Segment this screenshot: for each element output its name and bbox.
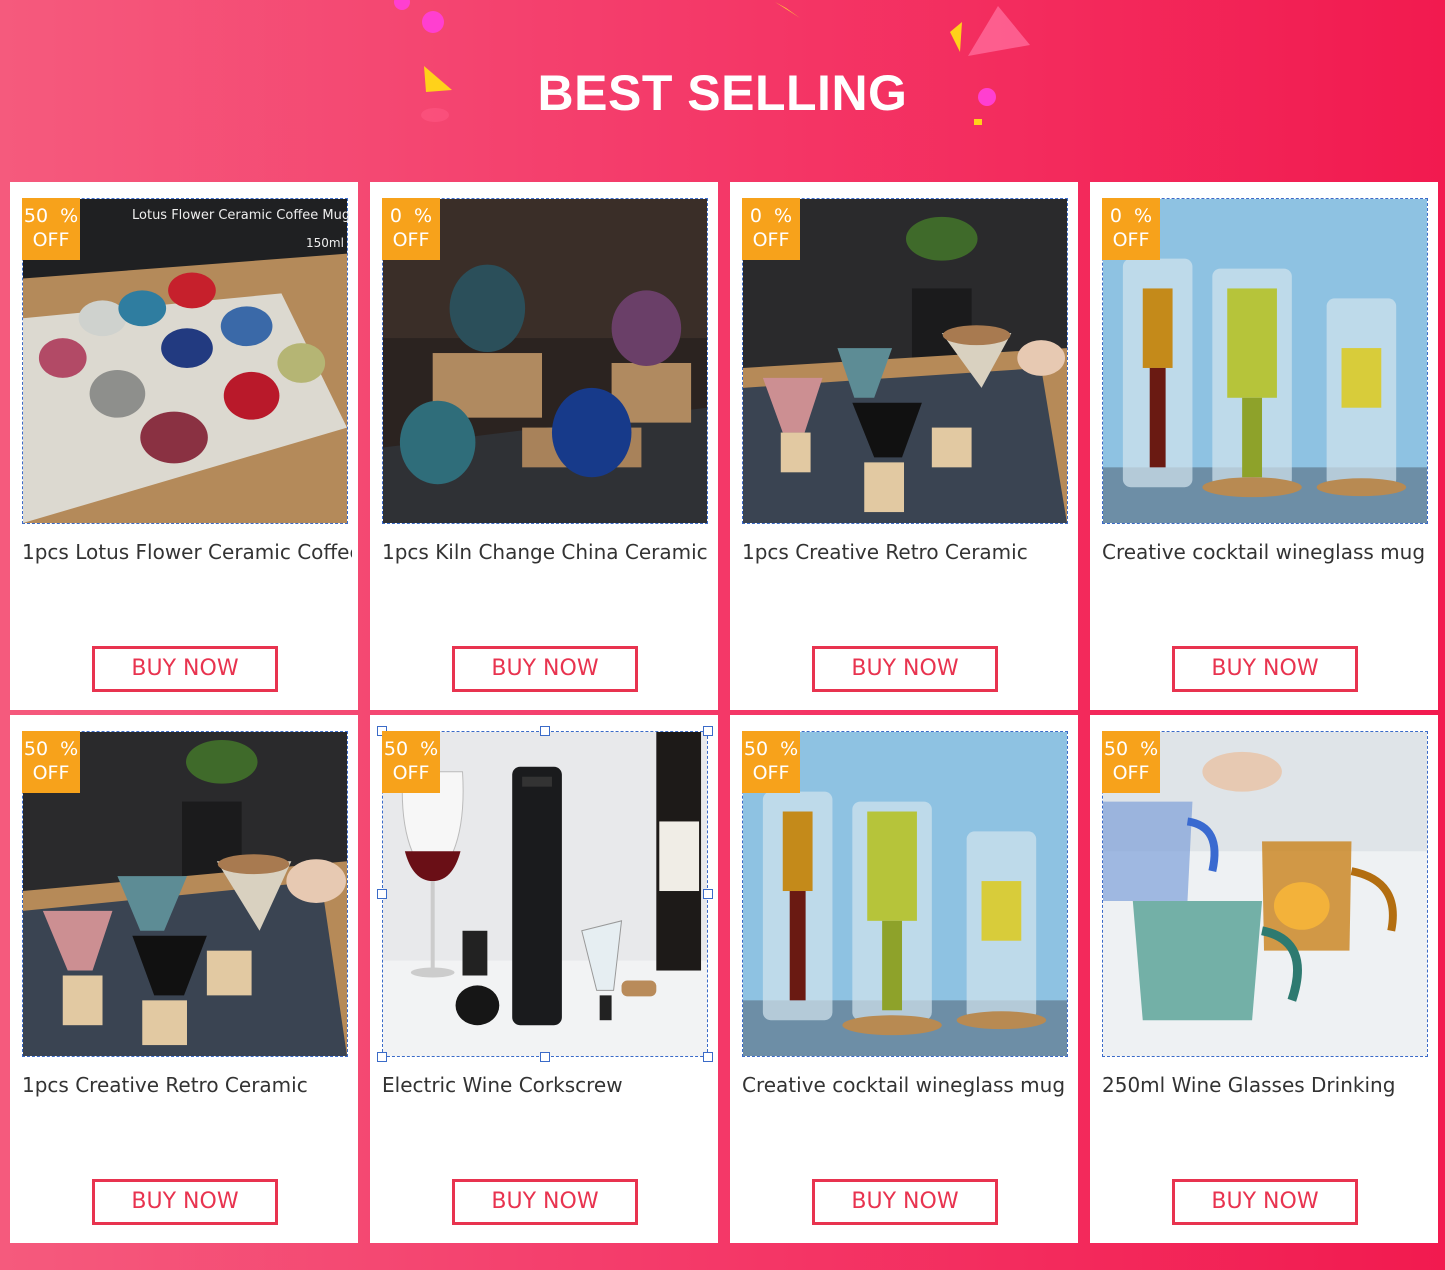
product-name[interactable]: 1pcs Kiln Change China Ceramic (382, 540, 712, 564)
buy-now-button[interactable]: BUY NOW (92, 646, 278, 692)
image-caption: Lotus Flower Ceramic Coffee Mug (132, 208, 351, 223)
discount-badge: 50 % OFF (22, 198, 80, 260)
product-grid: Lotus Flower Ceramic Coffee Mug 150ml 50… (10, 182, 1438, 1244)
best-selling-banner: BEST SELLING (0, 0, 1445, 182)
discount-badge: 0 % OFF (382, 198, 440, 260)
buy-now-button[interactable]: BUY NOW (812, 646, 998, 692)
product-name[interactable]: Creative cocktail wineglass mug (742, 1073, 1072, 1097)
product-card[interactable]: 50 % OFF Electric Wine Corkscrew BUY NOW (370, 715, 718, 1243)
product-card[interactable]: 50 % OFF 1pcs Creative Retro Ceramic BUY … (10, 715, 358, 1243)
buy-now-button[interactable]: BUY NOW (812, 1179, 998, 1225)
page-title: BEST SELLING (537, 65, 908, 121)
product-card[interactable]: 50 % OFF 250ml Wine Glasses Drinking BUY … (1090, 715, 1438, 1243)
resize-handle[interactable] (540, 726, 550, 736)
product-card[interactable]: 50 % OFF Creative cocktail wineglass mug … (730, 715, 1078, 1243)
discount-badge: 0 % OFF (1102, 198, 1160, 260)
discount-badge: 0 % OFF (742, 198, 800, 260)
product-name[interactable]: 1pcs Creative Retro Ceramic (742, 540, 1072, 564)
product-name[interactable]: 1pcs Creative Retro Ceramic (22, 1073, 352, 1097)
product-name[interactable]: Creative cocktail wineglass mug (1102, 540, 1432, 564)
buy-now-button[interactable]: BUY NOW (452, 646, 638, 692)
buy-now-button[interactable]: BUY NOW (1172, 646, 1358, 692)
image-caption-size: 150ml (306, 236, 344, 250)
resize-handle[interactable] (377, 1052, 387, 1062)
product-card[interactable]: 0 % OFF 1pcs Creative Retro Ceramic BUY N… (730, 182, 1078, 710)
product-card[interactable]: 0 % OFF 1pcs Kiln Change China Ceramic BU… (370, 182, 718, 710)
product-card[interactable]: Lotus Flower Ceramic Coffee Mug 150ml 50… (10, 182, 358, 710)
buy-now-button[interactable]: BUY NOW (1172, 1179, 1358, 1225)
resize-handle[interactable] (703, 889, 713, 899)
product-name[interactable]: Electric Wine Corkscrew (382, 1073, 712, 1097)
discount-badge: 50 % OFF (1102, 731, 1160, 793)
product-card[interactable]: 0 % OFF Creative cocktail wineglass mug B… (1090, 182, 1438, 710)
discount-badge: 50 % OFF (22, 731, 80, 793)
buy-now-button[interactable]: BUY NOW (92, 1179, 278, 1225)
resize-handle[interactable] (377, 889, 387, 899)
resize-handle[interactable] (703, 726, 713, 736)
buy-now-button[interactable]: BUY NOW (452, 1179, 638, 1225)
discount-badge: 50 % OFF (382, 731, 440, 793)
product-name[interactable]: 1pcs Lotus Flower Ceramic Coffee (22, 540, 352, 564)
discount-badge: 50 % OFF (742, 731, 800, 793)
product-name[interactable]: 250ml Wine Glasses Drinking (1102, 1073, 1432, 1097)
resize-handle[interactable] (703, 1052, 713, 1062)
resize-handle[interactable] (540, 1052, 550, 1062)
